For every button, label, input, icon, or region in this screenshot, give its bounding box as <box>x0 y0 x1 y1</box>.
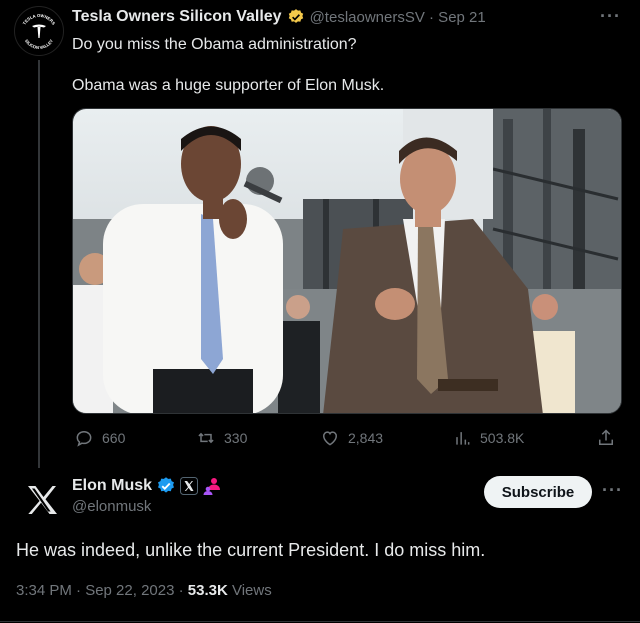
views-count: 503.8K <box>480 430 525 446</box>
views-button[interactable]: 503.8K <box>452 428 524 448</box>
verified-gold-badge-icon[interactable] <box>287 8 305 26</box>
reply-count: 660 <box>102 430 126 446</box>
thread-line <box>38 60 40 468</box>
views-label: Views <box>227 582 272 599</box>
reply-button[interactable]: 660 <box>74 428 125 448</box>
handle-date[interactable]: @teslaownersSV · Sep 21 <box>310 9 486 26</box>
subscribe-button[interactable]: Subscribe <box>484 476 592 508</box>
views-count: 53.3K <box>187 582 228 599</box>
repost-count: 330 <box>224 430 248 446</box>
repost-button[interactable]: 330 <box>196 428 247 448</box>
heart-icon <box>322 431 338 446</box>
photo-obama-musk <box>73 109 621 413</box>
more-options-icon[interactable]: ··· <box>602 480 623 501</box>
timestamp[interactable]: 3:34 PM · Sep 22, 2023 · <box>16 582 188 599</box>
tweet2-header: Elon Musk <box>72 476 222 496</box>
reply-icon <box>76 430 92 447</box>
tweet-photo[interactable] <box>72 108 622 414</box>
affiliate-people-icon[interactable] <box>202 476 222 496</box>
avatar-text-top: TESLA OWNERS <box>22 13 57 26</box>
tweet-meta: 3:34 PM · Sep 22, 2023 · 53.3K Views <box>16 582 272 599</box>
like-count: 2,843 <box>348 430 384 446</box>
verified-blue-badge-icon[interactable] <box>156 476 176 496</box>
tesla-logo-icon: TESLA OWNERS SILICON VALLEY <box>22 13 57 50</box>
tweet2-text: He was indeed, unlike the current Presid… <box>16 540 486 560</box>
tweet1-header: Tesla Owners Silicon Valley @teslaowners… <box>72 8 486 26</box>
more-options-icon[interactable]: ··· <box>600 6 621 27</box>
author-name[interactable]: Tesla Owners Silicon Valley <box>72 8 282 26</box>
like-button[interactable]: 2,843 <box>320 428 383 448</box>
repost-icon <box>198 432 214 444</box>
author-name[interactable]: Elon Musk <box>72 477 152 495</box>
avatar-text-bottom: SILICON VALLEY <box>24 38 54 50</box>
handle[interactable]: @elonmusk <box>72 498 151 515</box>
avatar-tesla-owners[interactable]: TESLA OWNERS SILICON VALLEY <box>14 6 64 56</box>
tweet1-text-line2: Obama was a huge supporter of Elon Musk. <box>72 77 385 94</box>
divider <box>0 621 640 622</box>
avatar-elon-musk[interactable] <box>16 476 64 524</box>
tweet1-text-line1: Do you miss the Obama administration? <box>72 36 357 53</box>
analytics-icon <box>456 432 470 445</box>
share-button[interactable] <box>596 428 616 448</box>
x-affiliate-badge-icon[interactable] <box>180 477 199 495</box>
tweet1-action-bar: 660 330 2,843 503.8K <box>0 428 640 450</box>
share-icon <box>599 429 613 445</box>
x-logo-icon <box>28 486 57 514</box>
